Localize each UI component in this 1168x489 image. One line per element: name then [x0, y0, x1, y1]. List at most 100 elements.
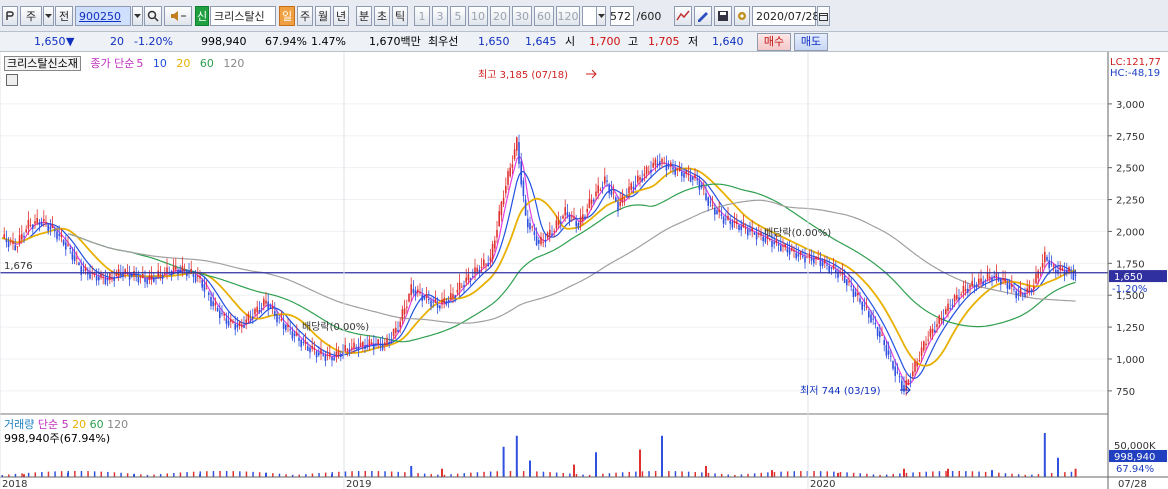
- draw-tool-icon[interactable]: [694, 6, 712, 26]
- tab-day[interactable]: 일: [279, 6, 295, 26]
- candle-body: [725, 218, 727, 220]
- event-label: 배당락(0.00%): [302, 321, 369, 333]
- candle-body: [619, 201, 621, 206]
- candle-body: [1004, 278, 1006, 282]
- volume-bar: [80, 471, 83, 477]
- candle-body: [223, 313, 225, 316]
- candle-body: [863, 304, 866, 307]
- date-input[interactable]: 2020/07/28: [752, 6, 820, 26]
- candle-body: [912, 371, 914, 377]
- candle-body: [386, 337, 388, 345]
- interval-120[interactable]: 120: [556, 6, 580, 26]
- period-dropdown-icon[interactable]: [43, 6, 54, 26]
- tab-second[interactable]: 초: [374, 6, 390, 26]
- volume-bar: [503, 471, 505, 477]
- candle-body: [925, 343, 927, 346]
- candle-body: [331, 357, 333, 361]
- candle-body: [843, 276, 846, 283]
- save-icon[interactable]: [714, 6, 732, 26]
- buy-button[interactable]: 매수: [757, 33, 791, 51]
- candle-body: [861, 301, 863, 310]
- volume-bar: [786, 471, 789, 477]
- interval-60[interactable]: 60: [534, 6, 554, 26]
- interval-dropdown-icon[interactable]: [596, 6, 606, 26]
- compare-icon[interactable]: [674, 6, 692, 26]
- candle-body: [1072, 273, 1075, 280]
- interval-30[interactable]: 30: [512, 6, 532, 26]
- candle-body: [771, 241, 773, 247]
- grid-toggle-icon[interactable]: [6, 74, 18, 86]
- candle-body: [920, 347, 923, 356]
- tab-tick[interactable]: 틱: [392, 6, 408, 26]
- candle-body: [575, 220, 577, 227]
- stock-code-input[interactable]: 900250: [75, 6, 131, 26]
- sound-icon[interactable]: [164, 6, 192, 26]
- candle-body: [934, 330, 936, 333]
- chart-type-icon[interactable]: [2, 6, 18, 26]
- volume-bar: [390, 471, 393, 477]
- settings-gear-icon[interactable]: [734, 6, 750, 26]
- volume-bar: [668, 471, 670, 477]
- volume-bar: [800, 471, 802, 477]
- candle-body: [359, 342, 362, 347]
- candle-body: [905, 380, 907, 390]
- volume-bar: [771, 470, 773, 477]
- date-value: 2020/07/28: [756, 9, 820, 23]
- volume-bar: [93, 471, 96, 477]
- interval-20[interactable]: 20: [490, 6, 510, 26]
- candle-body: [274, 311, 276, 316]
- candle-body: [538, 239, 540, 244]
- candle-body: [177, 269, 179, 275]
- volume-bar: [423, 473, 426, 477]
- volume-bar: [212, 471, 215, 477]
- candle-body: [777, 244, 780, 246]
- sell-button[interactable]: 매도: [794, 33, 828, 51]
- price-chart[interactable]: 7501,0001,2501,5001,7502,0002,2502,5002,…: [0, 52, 1168, 489]
- tab-month[interactable]: 월: [315, 6, 331, 26]
- interval-label: 1: [418, 9, 426, 23]
- candle-body: [949, 307, 951, 309]
- interval-5[interactable]: 5: [450, 6, 466, 26]
- data-total: /600: [634, 6, 664, 26]
- volume-bar: [272, 473, 274, 477]
- candle-body: [45, 221, 47, 223]
- candle-body: [729, 220, 731, 224]
- candle-body: [384, 342, 386, 345]
- volume-bar: [351, 471, 353, 477]
- volume-bar: [225, 471, 228, 477]
- candle-body: [73, 255, 76, 262]
- tab-week[interactable]: 주: [297, 6, 313, 26]
- candle-body: [1008, 284, 1011, 290]
- candle-body: [104, 278, 107, 285]
- candle-body: [311, 345, 313, 349]
- data-count-input[interactable]: 572: [610, 6, 634, 26]
- candle-body: [111, 278, 113, 280]
- volume-bar: [120, 472, 122, 477]
- candle-body: [82, 269, 85, 271]
- candle-body: [443, 298, 445, 303]
- volume-bar: [701, 472, 703, 477]
- candle-body: [615, 197, 617, 202]
- search-icon[interactable]: [144, 6, 162, 26]
- candle-body: [315, 351, 318, 358]
- volume-pct: 67.94%: [265, 35, 307, 48]
- calendar-icon[interactable]: [817, 6, 830, 26]
- period-select[interactable]: 주: [20, 6, 42, 26]
- stock-code: 900250: [79, 9, 121, 23]
- candle-body: [390, 338, 393, 340]
- volume-bar: [705, 466, 707, 477]
- volume-bar: [978, 471, 980, 477]
- y-tick-label: 2,250: [1116, 196, 1145, 207]
- code-dropdown-icon[interactable]: [132, 6, 143, 26]
- toolbar: 주 전 900250 신 크리스탈신 일 주 월 년 분 초 틱 1 3 5 1…: [0, 0, 1168, 32]
- candle-body: [986, 273, 989, 280]
- candle-body: [355, 347, 357, 349]
- tab-minute[interactable]: 분: [356, 6, 372, 26]
- interval-3[interactable]: 3: [432, 6, 448, 26]
- prev-button[interactable]: 전: [55, 6, 73, 26]
- candle-body: [430, 300, 432, 307]
- interval-10[interactable]: 10: [468, 6, 488, 26]
- tab-year[interactable]: 년: [333, 6, 349, 26]
- interval-1[interactable]: 1: [414, 6, 430, 26]
- volume-bar: [21, 473, 23, 477]
